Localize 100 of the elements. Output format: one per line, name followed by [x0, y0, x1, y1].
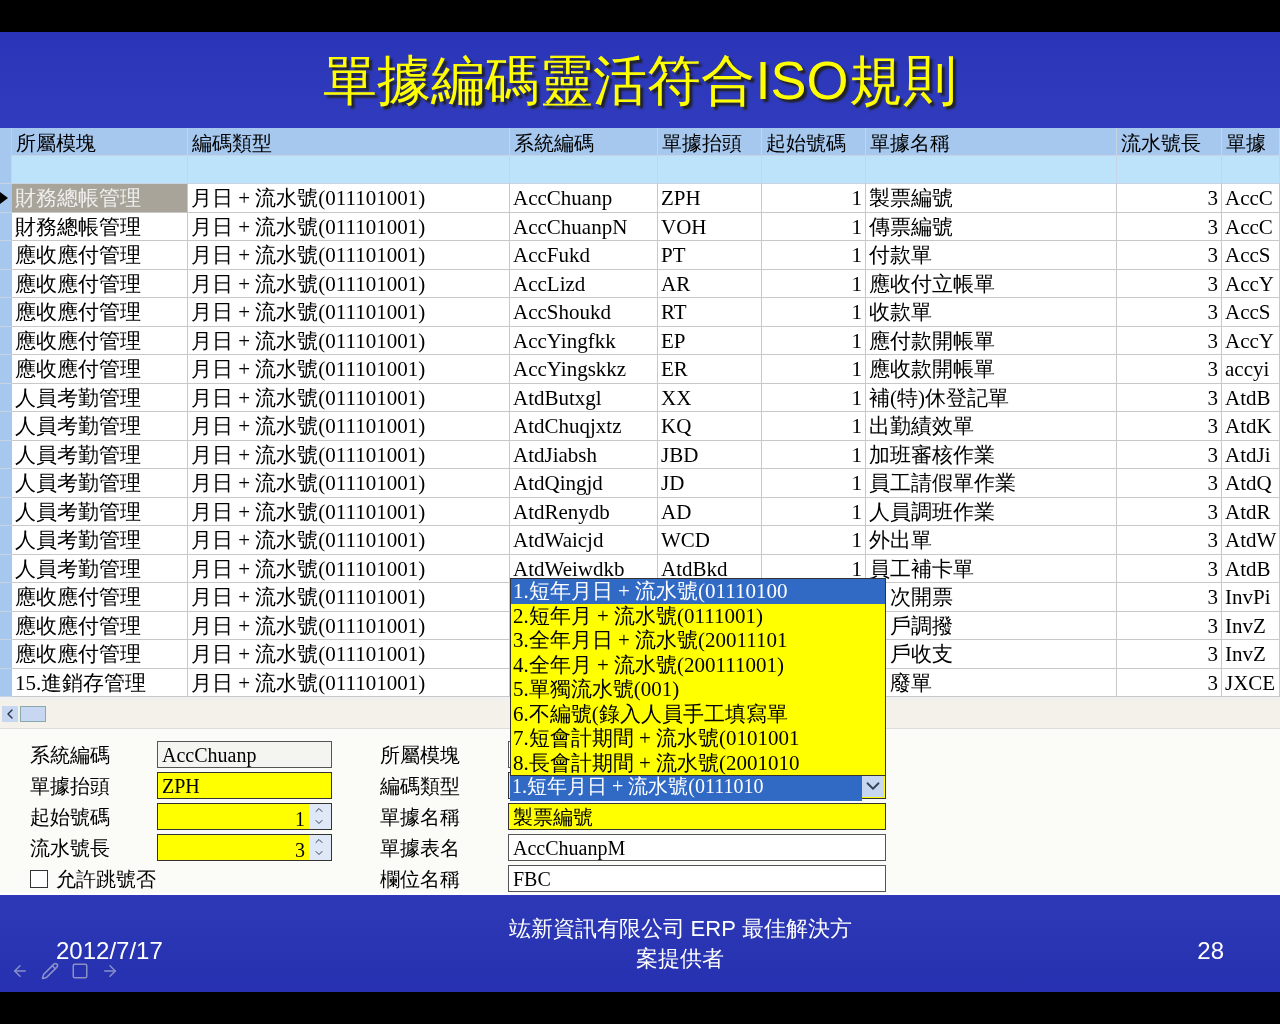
- table-cell: AtdJiabsh: [510, 440, 658, 469]
- table-cell: 應收應付管理: [12, 583, 188, 612]
- table-cell: 應付款開帳單: [866, 326, 1117, 355]
- table-cell: 應收應付管理: [12, 355, 188, 384]
- field-label: 單據表名: [380, 835, 461, 861]
- table-cell: 月日 + 流水號(011101001): [188, 212, 510, 241]
- input-field[interactable]: ZPH: [157, 772, 332, 799]
- row-header[interactable]: [0, 184, 12, 213]
- table-cell: AtdQ: [1222, 469, 1280, 498]
- table-cell: 人員考勤管理: [12, 554, 188, 583]
- table-cell: 月日 + 流水號(011101001): [188, 326, 510, 355]
- table-cell: AtdW: [1222, 526, 1280, 555]
- table-cell: AccFukd: [510, 241, 658, 270]
- table-cell: 製票編號: [866, 184, 1117, 213]
- table-cell: 1: [762, 212, 866, 241]
- checkbox[interactable]: [30, 869, 48, 888]
- table-cell: AccChuanpN: [510, 212, 658, 241]
- table-cell: 人員考勤管理: [12, 497, 188, 526]
- input-field[interactable]: 製票編號: [508, 803, 886, 830]
- table-cell: AccShoukd: [510, 298, 658, 327]
- table-cell: 月日 + 流水號(011101001): [188, 298, 510, 327]
- table-cell: accyi: [1222, 355, 1280, 384]
- table-cell: 1: [762, 326, 866, 355]
- table-cell: 1: [762, 469, 866, 498]
- table-cell: AccYingskkz: [510, 355, 658, 384]
- table-cell: 月日 + 流水號(011101001): [188, 611, 510, 640]
- table-cell: 應收應付管理: [12, 241, 188, 270]
- table-cell: 3: [1117, 241, 1222, 270]
- table-cell: 出勤績效單: [866, 412, 1117, 441]
- footer-text: 竑新資訊有限公司 ERP 最佳解決方案提供者: [507, 914, 853, 973]
- filter-cell[interactable]: [658, 156, 762, 184]
- pencil-icon[interactable]: [40, 962, 60, 980]
- input-field[interactable]: AccChuanpM: [508, 834, 886, 861]
- input-field[interactable]: FBC: [508, 865, 886, 892]
- table-cell: KQ: [658, 412, 762, 441]
- table-cell: 3: [1117, 326, 1222, 355]
- table-cell: 應收付立帳單: [866, 269, 1117, 298]
- table-cell: 月日 + 流水號(011101001): [188, 640, 510, 669]
- table-cell: 3: [1117, 412, 1222, 441]
- scroll-left-icon[interactable]: [2, 706, 18, 722]
- table-cell: InvZ: [1222, 640, 1280, 669]
- slide-date: 2012/7/17: [56, 935, 163, 966]
- table-cell: 3: [1117, 497, 1222, 526]
- caret-icon[interactable]: [862, 774, 884, 797]
- table-cell: AtdChuqjxtz: [510, 412, 658, 441]
- table-cell: AccYingfkk: [510, 326, 658, 355]
- dropdown-option[interactable]: 1.短年月日 + 流水號(01110100: [511, 579, 885, 604]
- table-cell: 人員考勤管理: [12, 440, 188, 469]
- dropdown-option[interactable]: 7.短會計期間 + 流水號(0101001: [511, 726, 885, 751]
- table-cell: 人員調班作業: [866, 497, 1117, 526]
- table-cell: 1: [762, 440, 866, 469]
- filter-cell[interactable]: [866, 156, 1117, 184]
- table-cell: 應收應付管理: [12, 640, 188, 669]
- table-cell: 補(特)休登記單: [866, 383, 1117, 412]
- field-label: 欄位名稱: [380, 866, 461, 892]
- table-cell: 3: [1117, 298, 1222, 327]
- table-cell: 3: [1117, 184, 1222, 213]
- table-cell: InvPi: [1222, 583, 1280, 612]
- table-cell: 月日 + 流水號(011101001): [188, 440, 510, 469]
- table-cell: 3: [1117, 554, 1222, 583]
- table-cell: 3: [1117, 526, 1222, 555]
- table-cell: VOH: [658, 212, 762, 241]
- table-cell: 月日 + 流水號(011101001): [188, 583, 510, 612]
- table-cell: 傳票編號: [866, 212, 1117, 241]
- table-cell: 月日 + 流水號(011101001): [188, 184, 510, 213]
- table-cell: 3: [1117, 212, 1222, 241]
- field-label: 系統編碼: [30, 742, 111, 768]
- table-cell: AtdJi: [1222, 440, 1280, 469]
- table-cell: 1: [762, 412, 866, 441]
- table-cell: 人員考勤管理: [12, 412, 188, 441]
- filter-cell[interactable]: [1117, 156, 1222, 184]
- filter-cell[interactable]: [510, 156, 658, 184]
- dropdown-option[interactable]: 8.長會計期間 + 流水號(2001010: [511, 750, 885, 775]
- table-cell: 財務總帳管理: [12, 184, 188, 213]
- table-cell: AtdR: [1222, 497, 1280, 526]
- table-cell: AccLizd: [510, 269, 658, 298]
- table-cell: 3: [1117, 355, 1222, 384]
- table-cell: RT: [658, 298, 762, 327]
- table-cell: AtdQingjd: [510, 469, 658, 498]
- filter-cell[interactable]: [762, 156, 866, 184]
- filter-cell[interactable]: [1222, 156, 1280, 184]
- table-cell: 人員考勤管理: [12, 526, 188, 555]
- table-cell: 3: [1117, 269, 1222, 298]
- input-field[interactable]: AccChuanp: [157, 741, 332, 768]
- field-label: 允許跳號否: [56, 866, 156, 892]
- number-spinner[interactable]: 1: [157, 803, 332, 830]
- table-cell: AccY: [1222, 269, 1280, 298]
- table-cell: WCD: [658, 526, 762, 555]
- table-cell: 外出單: [866, 526, 1117, 555]
- slide-title: 單據編碼靈活符合ISO規則: [323, 53, 957, 107]
- filter-cell[interactable]: [188, 156, 510, 184]
- table-cell: AccChuanp: [510, 184, 658, 213]
- table-cell: 人員考勤管理: [12, 383, 188, 412]
- number-spinner[interactable]: 3: [157, 834, 332, 861]
- field-label: 流水號長: [30, 835, 111, 861]
- table-cell: JBD: [658, 440, 762, 469]
- scrollbar-thumb[interactable]: [20, 706, 46, 722]
- table-cell: AccC: [1222, 184, 1280, 213]
- table-cell: 1: [762, 355, 866, 384]
- table-cell: 3: [1117, 583, 1222, 612]
